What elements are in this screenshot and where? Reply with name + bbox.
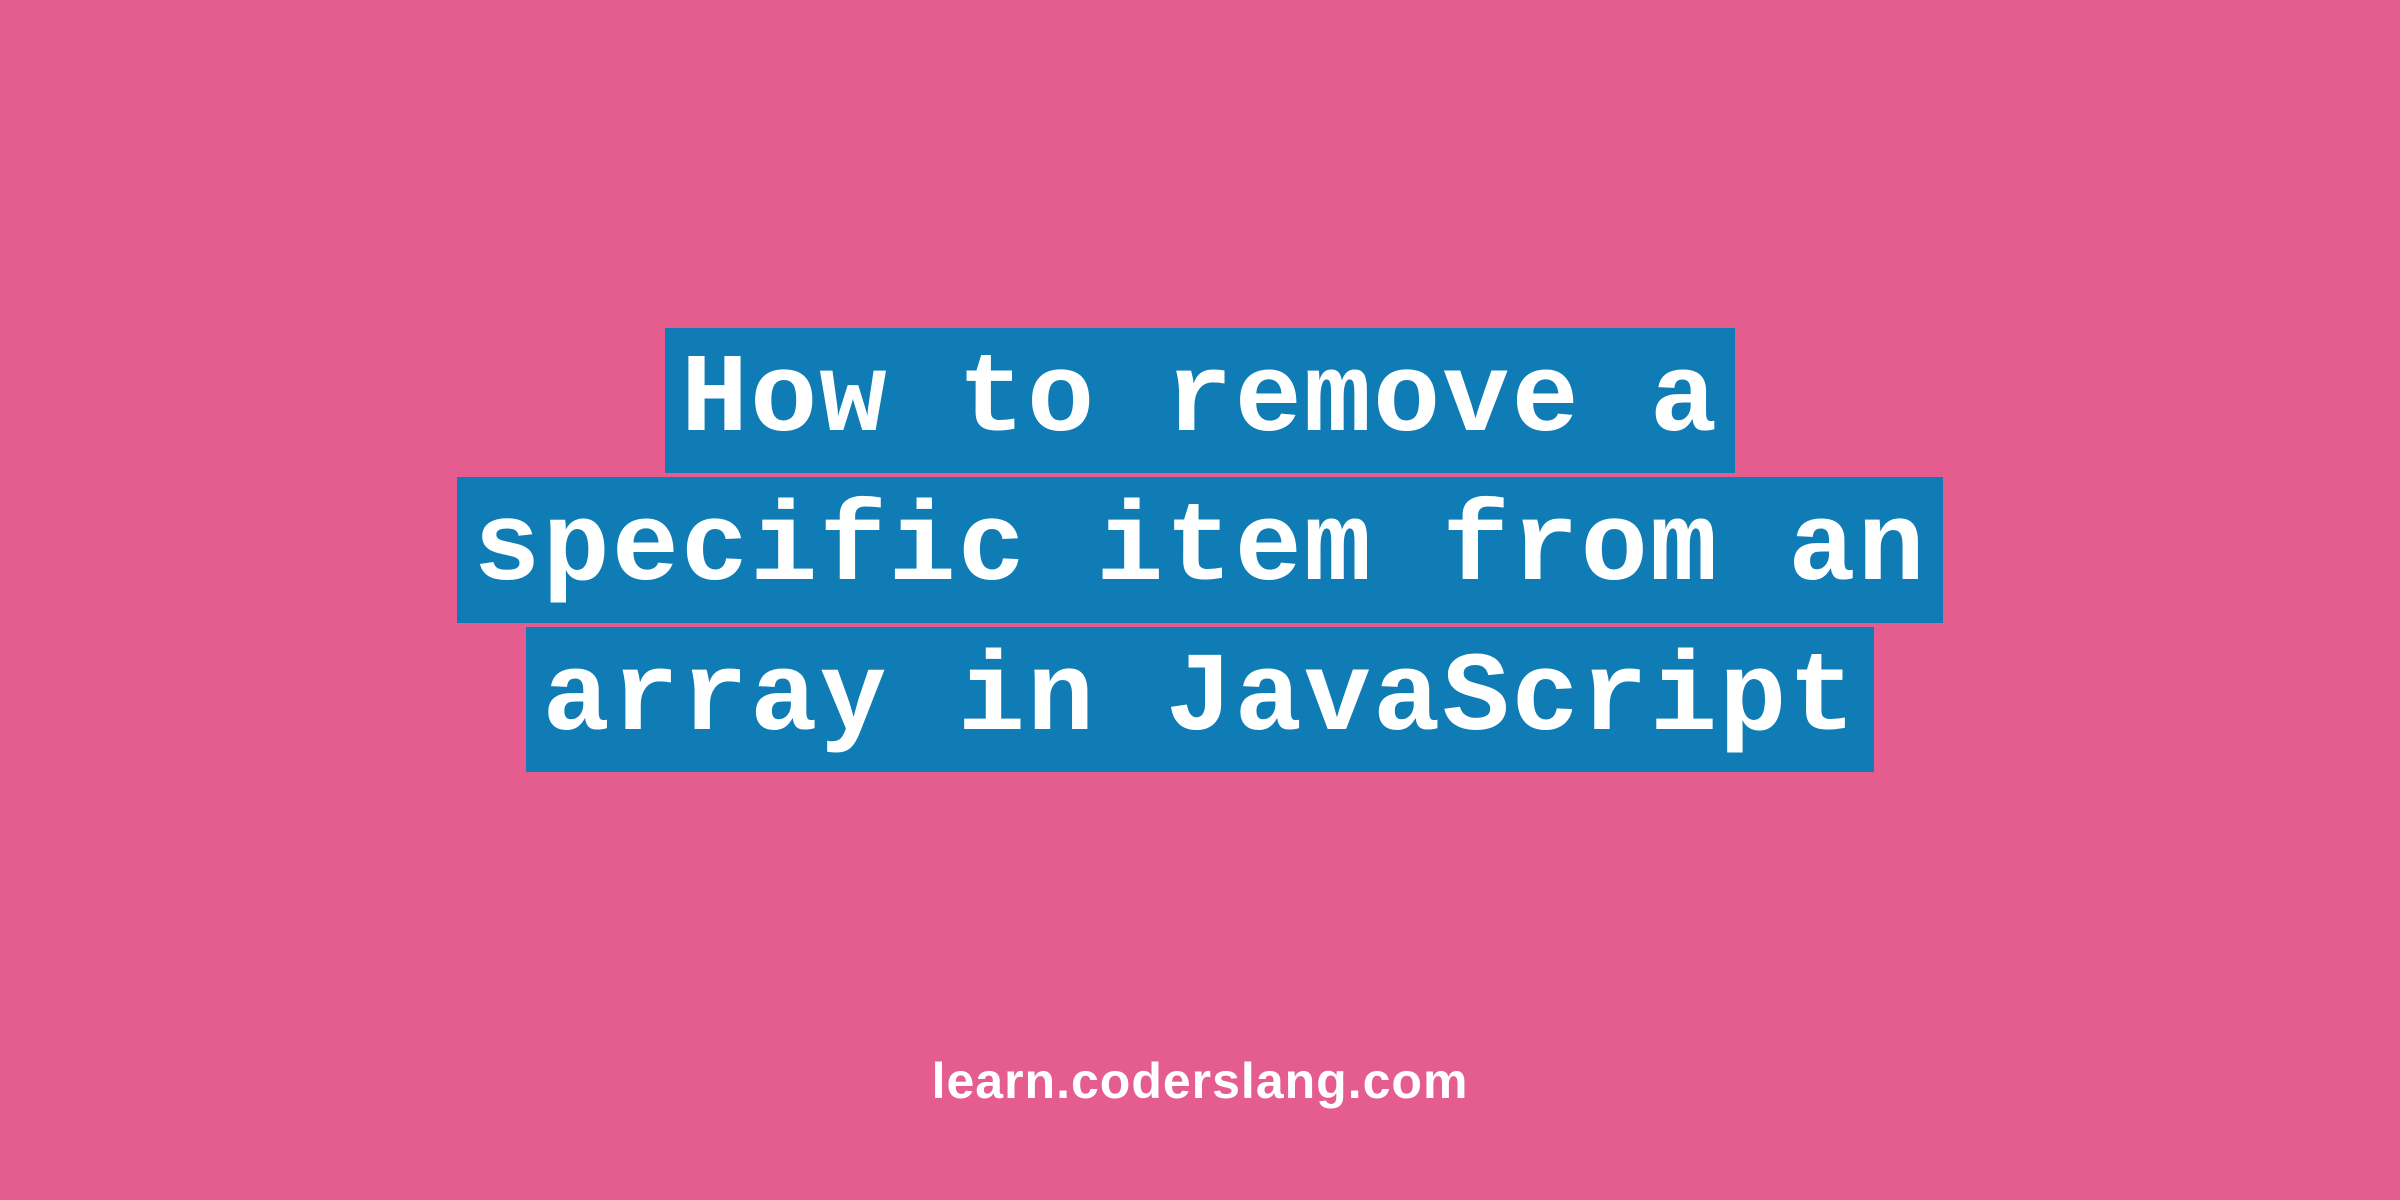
title-container: How to remove a specific item from an ar…	[457, 326, 1942, 775]
title-line-1: How to remove a	[665, 328, 1735, 474]
title-line-2: specific item from an	[457, 477, 1942, 623]
footer-text: learn.coderslang.com	[932, 1052, 1469, 1110]
title-line-3: array in JavaScript	[526, 627, 1873, 773]
